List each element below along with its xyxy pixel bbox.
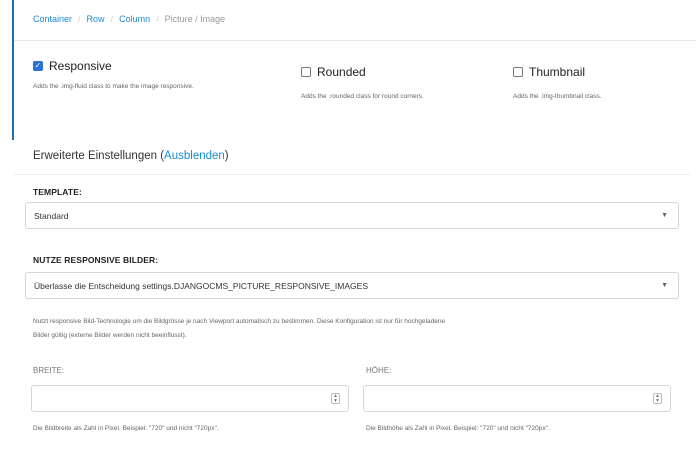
left-accent-bar	[12, 0, 14, 140]
advanced-close-paren: )	[224, 150, 229, 162]
responsive-help: Adds the .img-fluid class to make the im…	[33, 83, 194, 90]
breadcrumb-current: Picture / Image	[164, 14, 226, 24]
responsive-images-value: Überlasse die Entscheidung settings.DJAN…	[34, 280, 368, 291]
responsive-images-help-line2: Bilder gültig (externe Bilder werden nic…	[33, 332, 187, 339]
responsive-images-label: NUTZE RESPONSIVE BILDER:	[33, 255, 159, 265]
breadcrumb: Container / Row / Column / Picture / Image	[33, 14, 225, 24]
responsive-images-select[interactable]: Überlasse die Entscheidung settings.DJAN…	[25, 272, 679, 299]
responsive-images-help: Nutzt responsive Bild-Technologie um die…	[33, 315, 445, 343]
breadcrumb-row[interactable]: Row	[87, 14, 105, 24]
template-label: TEMPLATE:	[33, 187, 82, 197]
rounded-label[interactable]: Rounded	[317, 65, 366, 79]
thumbnail-help: Adds the .img-thumbnail class.	[513, 93, 602, 100]
advanced-settings-heading: Erweiterte Einstellungen (Ausblenden)	[33, 150, 229, 162]
advanced-settings-label: Erweiterte Einstellungen (	[33, 150, 165, 162]
breadcrumb-divider	[14, 40, 696, 41]
breadcrumb-container[interactable]: Container	[33, 14, 72, 24]
template-select[interactable]: Standard ▼	[25, 202, 679, 229]
template-value: Standard	[34, 210, 69, 221]
width-input[interactable]: ▲ ▼	[31, 385, 349, 412]
option-rounded: Rounded Adds the .rounded class for roun…	[301, 65, 424, 100]
height-help: Die Bildhöhe als Zahl in Pixel. Beispiel…	[366, 425, 550, 432]
height-label: HÖHE:	[366, 366, 392, 375]
breadcrumb-column[interactable]: Column	[119, 14, 150, 24]
advanced-toggle-link[interactable]: Ausblenden	[164, 150, 225, 162]
responsive-label[interactable]: Responsive	[49, 59, 112, 73]
thumbnail-label[interactable]: Thumbnail	[529, 65, 585, 79]
advanced-divider	[14, 174, 690, 175]
height-input[interactable]: ▲ ▼	[363, 385, 671, 412]
width-label: BREITE:	[33, 366, 65, 375]
breadcrumb-separator: /	[78, 14, 81, 24]
responsive-checkbox[interactable]	[33, 61, 43, 71]
option-thumbnail: Thumbnail Adds the .img-thumbnail class.	[513, 65, 602, 100]
number-spinner-icon[interactable]: ▲ ▼	[331, 393, 340, 404]
chevron-down-icon: ▼	[661, 212, 668, 219]
number-spinner-icon[interactable]: ▲ ▼	[653, 393, 662, 404]
chevron-down-icon: ▼	[661, 282, 668, 289]
breadcrumb-separator: /	[110, 14, 114, 24]
option-responsive: Responsive Adds the .img-fluid class to …	[33, 59, 194, 90]
responsive-images-help-line1: Nutzt responsive Bild-Technologie um die…	[33, 318, 446, 325]
thumbnail-checkbox[interactable]	[513, 67, 523, 77]
rounded-checkbox[interactable]	[301, 67, 311, 77]
width-help: Die Bildbreite als Zahl in Pixel. Beispi…	[33, 425, 219, 432]
breadcrumb-separator: /	[156, 14, 159, 24]
rounded-help: Adds the .rounded class for round corner…	[301, 93, 424, 100]
